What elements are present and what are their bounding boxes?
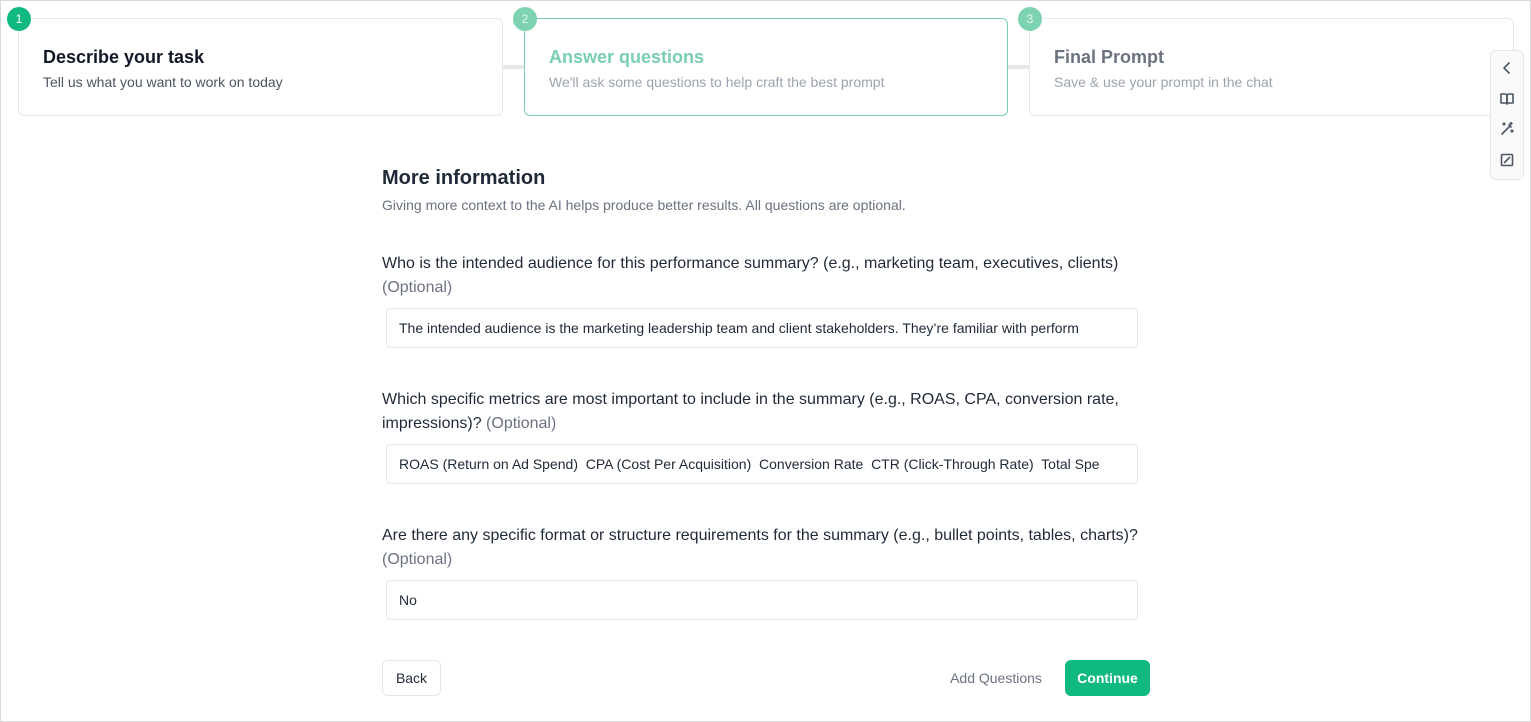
step-final-prompt[interactable]: 3 Final Prompt Save & use your prompt in…: [1018, 7, 1514, 116]
step-title: Final Prompt: [1054, 47, 1165, 67]
continue-button[interactable]: Continue: [1065, 660, 1150, 696]
question-label: Which specific metrics are most importan…: [382, 388, 1150, 436]
step-number-badge: 1: [7, 7, 31, 31]
question-text: Who is the intended audience for this pe…: [382, 255, 1119, 272]
step-number-badge: 2: [513, 7, 537, 31]
question-block: Are there any specific format or structu…: [382, 524, 1150, 620]
step-title: Describe your task: [43, 47, 205, 67]
step-title: Answer questions: [549, 47, 705, 67]
edit-square-icon[interactable]: [1495, 149, 1519, 172]
chevron-left-icon[interactable]: [1495, 57, 1519, 80]
step-subtitle: Save & use your prompt in the chat: [1054, 74, 1273, 90]
step-number-badge: 3: [1018, 7, 1042, 31]
question-text: Are there any specific format or structu…: [382, 527, 1138, 544]
question-label: Who is the intended audience for this pe…: [382, 252, 1150, 300]
step-subtitle: We'll ask some questions to help craft t…: [549, 74, 885, 90]
optional-tag: (Optional): [382, 551, 453, 568]
book-open-icon[interactable]: [1495, 88, 1519, 111]
format-answer-input[interactable]: [386, 580, 1138, 620]
magic-wand-icon[interactable]: [1495, 118, 1519, 141]
back-button[interactable]: Back: [382, 660, 441, 696]
page-title: More information: [382, 167, 546, 189]
optional-tag: (Optional): [486, 415, 557, 432]
question-block: Which specific metrics are most importan…: [382, 388, 1150, 484]
stepper: 1 Describe your task Tell us what you wa…: [7, 7, 1514, 116]
add-questions-button[interactable]: Add Questions: [937, 660, 1055, 696]
audience-answer-input[interactable]: [386, 308, 1138, 348]
question-form: More information Giving more context to …: [382, 161, 1150, 620]
page-description: Giving more context to the AI helps prod…: [382, 197, 906, 213]
side-toolbar: [1490, 50, 1524, 180]
question-block: Who is the intended audience for this pe…: [382, 252, 1150, 348]
step-answer-questions[interactable]: 2 Answer questions We'll ask some questi…: [513, 7, 1008, 116]
step-describe-task[interactable]: 1 Describe your task Tell us what you wa…: [7, 7, 503, 116]
step-connector: [1007, 65, 1031, 69]
optional-tag: (Optional): [382, 279, 453, 296]
step-connector: [502, 65, 526, 69]
metrics-answer-input[interactable]: [386, 444, 1138, 484]
question-label: Are there any specific format or structu…: [382, 524, 1150, 572]
step-subtitle: Tell us what you want to work on today: [43, 74, 283, 90]
